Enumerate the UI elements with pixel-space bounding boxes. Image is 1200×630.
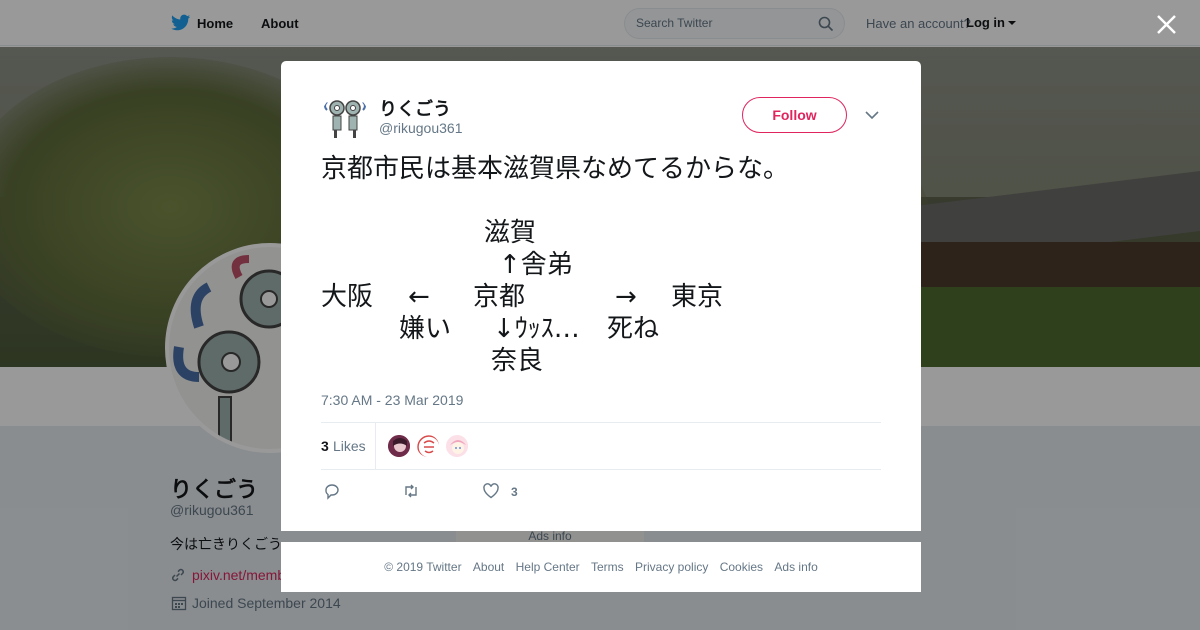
liker-avatar[interactable] xyxy=(445,434,469,458)
divider xyxy=(321,422,881,423)
divider xyxy=(321,469,881,470)
tweet-timestamp[interactable]: 7:30 AM - 23 Mar 2019 xyxy=(321,392,463,408)
footer-copyright: © 2019 Twitter xyxy=(384,560,462,574)
tweet-diagram-arrow-right: → xyxy=(615,282,637,312)
tweet-author-handle[interactable]: @rikugou361 xyxy=(379,120,463,136)
tweet-diagram-tokyo: 東京 xyxy=(671,282,724,312)
tweet-diagram-uss: ↓ｳｯｽ… xyxy=(493,314,580,344)
reply-icon[interactable] xyxy=(323,482,341,500)
tweet-diagram-shiga: 滋賀 xyxy=(484,218,537,248)
tweet-diagram-kirai: 嫌い xyxy=(399,314,452,344)
modal-footer: © 2019 Twitter About Help Center Terms P… xyxy=(281,542,921,592)
chevron-down-icon[interactable] xyxy=(865,110,879,120)
likes-label[interactable]: Likes xyxy=(333,438,366,454)
footer-cookies-link[interactable]: Cookies xyxy=(720,560,763,574)
follow-button[interactable]: Follow xyxy=(742,97,847,133)
tweet-author-avatar[interactable] xyxy=(321,94,369,142)
footer-help-link[interactable]: Help Center xyxy=(516,560,580,574)
tweet-diagram-kyoto: 京都 xyxy=(473,282,526,312)
heart-icon[interactable] xyxy=(482,482,500,500)
liker-avatar[interactable] xyxy=(416,434,440,458)
close-icon[interactable] xyxy=(1156,14,1177,35)
tweet-diagram-osaka: 大阪 xyxy=(321,282,374,312)
footer-privacy-link[interactable]: Privacy policy xyxy=(635,560,708,574)
tweet-diagram-shatei: ↑舎弟 xyxy=(499,250,573,280)
footer-about-link[interactable]: About xyxy=(473,560,504,574)
footer-terms-link[interactable]: Terms xyxy=(591,560,624,574)
tweet-modal: りくごう @rikugou361 Follow 京都市民は基本滋賀県なめてるから… xyxy=(281,61,921,531)
retweet-icon[interactable] xyxy=(402,482,420,500)
likes-count[interactable]: 3 xyxy=(321,438,329,454)
like-action-count: 3 xyxy=(511,485,518,499)
tweet-author-name[interactable]: りくごう xyxy=(379,95,451,121)
divider xyxy=(375,422,376,469)
footer-ads-link[interactable]: Ads info xyxy=(774,560,817,574)
tweet-diagram-shine: 死ね xyxy=(607,314,660,344)
tweet-text: 京都市民は基本滋賀県なめてるからな。 xyxy=(321,154,790,184)
tweet-diagram-arrow-left: ← xyxy=(408,282,430,312)
liker-avatar[interactable] xyxy=(387,434,411,458)
tweet-diagram-nara: 奈良 xyxy=(491,346,544,376)
